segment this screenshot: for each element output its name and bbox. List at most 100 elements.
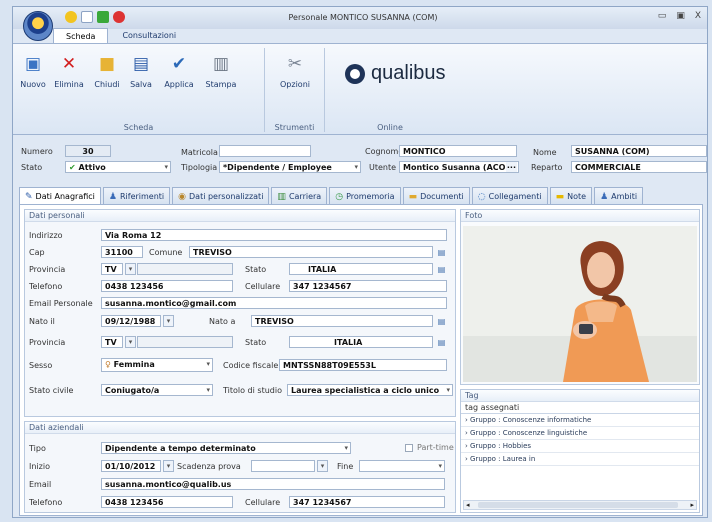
- add-icon[interactable]: [97, 11, 109, 23]
- matricola-field[interactable]: [219, 145, 311, 157]
- tab-carriera[interactable]: ▥ Carriera: [271, 187, 328, 205]
- tag-item[interactable]: › Gruppo : Hobbies: [461, 440, 699, 453]
- nato-il-label: Nato il: [29, 317, 55, 326]
- tab-dati-anagrafici[interactable]: ✎ Dati Anagrafici: [19, 187, 101, 205]
- titolo-studio-select[interactable]: Laurea specialistica a ciclo unico: [287, 384, 453, 396]
- qualibus-logo[interactable]: qualibus: [345, 62, 446, 85]
- reparto-field[interactable]: COMMERCIALE: [571, 161, 707, 173]
- cognome-field[interactable]: MONTICO: [399, 145, 517, 157]
- ribbon-group-online: qualibus Online: [325, 48, 455, 132]
- tab-ambiti[interactable]: ♟ Ambiti: [594, 187, 644, 205]
- tab-collegamenti[interactable]: ◌ Collegamenti: [471, 187, 548, 205]
- codice-fiscale-field[interactable]: MNTSSN88T09E553L: [279, 359, 447, 371]
- close-button[interactable]: X: [695, 11, 701, 21]
- scadenza-field[interactable]: [251, 460, 315, 472]
- people-icon: ♟: [108, 191, 117, 202]
- record-tabs: ✎ Dati Anagrafici ♟ Riferimenti ◉ Dati pers…: [19, 187, 703, 205]
- panel-title: Foto: [461, 210, 699, 222]
- scroll-left-icon[interactable]: ◂: [466, 501, 470, 509]
- maximize-button[interactable]: ▣: [676, 11, 685, 21]
- print-button[interactable]: ▥ Stampa: [201, 54, 241, 89]
- user-lookup-button[interactable]: ···: [505, 162, 517, 172]
- edit-icon: ✎: [25, 191, 33, 202]
- provincia2-dropdown-icon[interactable]: ▾: [125, 336, 136, 348]
- comune-label: Comune: [149, 248, 183, 257]
- date-picker-icon[interactable]: ▾: [163, 315, 174, 327]
- active-check-icon: ✔: [69, 163, 79, 172]
- cellulare-field[interactable]: 347 1234567: [289, 280, 447, 292]
- minimize-button[interactable]: ▭: [658, 11, 667, 21]
- document-icon[interactable]: [81, 11, 93, 23]
- birthplace-browse-icon[interactable]: ▤: [436, 316, 447, 327]
- app-menu-button[interactable]: [23, 11, 53, 41]
- cap-field[interactable]: 31100: [101, 246, 143, 258]
- save-button[interactable]: ▤ Salva: [121, 54, 161, 89]
- cellulare-aziendale-field[interactable]: 347 1234567: [289, 496, 445, 508]
- delete-button[interactable]: ✕ Elimina: [49, 54, 89, 89]
- stato-country-field[interactable]: ITALIA: [289, 263, 433, 275]
- horizontal-scrollbar[interactable]: ◂ ▸: [463, 500, 697, 510]
- sesso-select[interactable]: ♀ Femmina: [101, 358, 213, 372]
- email-aziendale-field[interactable]: susanna.montico@qualib.us: [101, 478, 445, 490]
- scroll-right-icon[interactable]: ▸: [690, 501, 694, 509]
- tag-item[interactable]: › Gruppo : Conoscenze informatiche: [461, 414, 699, 427]
- date-picker-icon[interactable]: ▾: [317, 460, 328, 472]
- ribbon-tabs: Scheda Consultazioni: [53, 28, 188, 44]
- telefono-label: Telefono: [29, 282, 63, 291]
- utente-field[interactable]: Montico Susanna (ACOM ···: [399, 161, 519, 173]
- tab-scheda[interactable]: Scheda: [53, 28, 109, 44]
- apply-button[interactable]: ✔ Applica: [159, 54, 199, 89]
- apply-icon: ✔: [171, 54, 187, 74]
- group-icon: ♟: [600, 191, 609, 202]
- tab-promemoria[interactable]: ◷ Promemoria: [329, 187, 401, 205]
- tab-riferimenti[interactable]: ♟ Riferimenti: [102, 187, 171, 205]
- provincia-field[interactable]: TV: [101, 263, 123, 275]
- employee-photo[interactable]: [463, 226, 697, 382]
- provincia2-field[interactable]: TV: [101, 336, 123, 348]
- stato2-field[interactable]: ITALIA: [289, 336, 433, 348]
- inizio-label: Inizio: [29, 462, 50, 471]
- scroll-thumb[interactable]: [478, 502, 678, 508]
- nato-il-field[interactable]: 09/12/1988: [101, 315, 161, 327]
- stato-civile-select[interactable]: Coniugato/a: [101, 384, 213, 396]
- city-browse-icon[interactable]: ▤: [436, 247, 447, 258]
- reparto-label: Reparto: [531, 163, 563, 172]
- date-picker-icon[interactable]: ▾: [163, 460, 174, 472]
- tab-documenti[interactable]: ▬ Documenti: [402, 187, 470, 205]
- stato2-label: Stato: [245, 338, 267, 347]
- fine-field[interactable]: [359, 460, 445, 472]
- nato-a-field[interactable]: TREVISO: [251, 315, 433, 327]
- nato-a-label: Nato a: [209, 317, 236, 326]
- provincia2-label: Provincia: [29, 338, 66, 347]
- nome-field[interactable]: SUSANNA (COM): [571, 145, 707, 157]
- email-personale-field[interactable]: susanna.montico@gmail.com: [101, 297, 447, 309]
- tag-item[interactable]: › Gruppo : Laurea in: [461, 453, 699, 466]
- inizio-field[interactable]: 01/10/2012: [101, 460, 161, 472]
- telefono-aziendale-field[interactable]: 0438 123456: [101, 496, 233, 508]
- folder-icon: ■: [98, 54, 116, 74]
- employee-photo-illustration: [463, 226, 697, 382]
- tipo-select[interactable]: Dipendente a tempo determinato: [101, 442, 351, 454]
- star-icon[interactable]: [65, 11, 77, 23]
- numero-field[interactable]: 30: [65, 145, 111, 157]
- tab-note[interactable]: ▬ Note: [549, 187, 593, 205]
- save-icon: ▤: [132, 54, 150, 74]
- tipologia-select[interactable]: *Dipendente / Employee: [219, 161, 361, 173]
- telefono-field[interactable]: 0438 123456: [101, 280, 233, 292]
- tab-consultazioni[interactable]: Consultazioni: [110, 28, 188, 44]
- country-browse-icon[interactable]: ▤: [436, 264, 447, 275]
- tipologia-label: Tipologia: [181, 163, 218, 172]
- stato-select[interactable]: ✔ Attivo: [65, 161, 171, 173]
- delete-icon[interactable]: [113, 11, 125, 23]
- stato-country-label: Stato: [245, 265, 267, 274]
- part-time-checkbox[interactable]: [405, 444, 413, 452]
- tab-dati-personalizzati[interactable]: ◉ Dati personalizzati: [172, 187, 270, 205]
- indirizzo-field[interactable]: Via Roma 12: [101, 229, 447, 241]
- codice-fiscale-label: Codice fiscale: [223, 361, 279, 370]
- tag-item[interactable]: › Gruppo : Conoscenze linguistiche: [461, 427, 699, 440]
- options-button[interactable]: ✂ Opzioni: [275, 54, 315, 89]
- new-button[interactable]: ▣ Nuovo: [13, 54, 53, 89]
- comune-field[interactable]: TREVISO: [189, 246, 433, 258]
- provincia-dropdown-icon[interactable]: ▾: [125, 263, 136, 275]
- country2-browse-icon[interactable]: ▤: [436, 337, 447, 348]
